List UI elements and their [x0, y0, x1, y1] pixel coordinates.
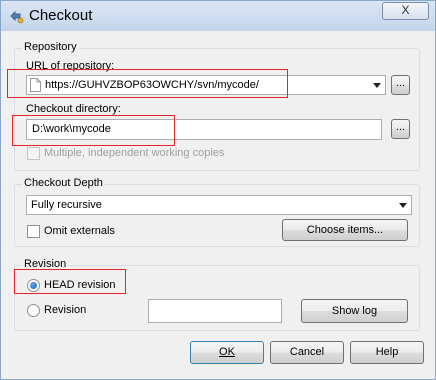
- close-icon: X: [401, 3, 410, 17]
- omit-externals-checkbox[interactable]: [27, 225, 40, 238]
- chevron-down-icon[interactable]: [373, 83, 381, 88]
- cancel-button[interactable]: Cancel: [270, 341, 344, 364]
- head-revision-highlight: [14, 269, 126, 294]
- revision-label: Revision: [44, 304, 87, 316]
- multiple-checkbox[interactable]: [27, 147, 40, 160]
- window-title: Checkout: [29, 7, 93, 24]
- depth-group-title: Checkout Depth: [22, 177, 105, 189]
- depth-value: Fully recursive: [31, 199, 102, 211]
- dialog-body: Repository URL of repository: https://GU…: [7, 31, 428, 373]
- omit-externals-label: Omit externals: [44, 225, 115, 237]
- title-bar: Checkout X: [1, 1, 435, 31]
- close-button[interactable]: X: [382, 2, 429, 20]
- revision-input[interactable]: [148, 299, 282, 323]
- checkout-icon: [8, 8, 24, 24]
- show-log-button[interactable]: Show log: [301, 299, 408, 323]
- multiple-label: Multiple, independent working copies: [44, 147, 225, 159]
- help-button[interactable]: Help: [350, 341, 424, 364]
- dir-highlight: [12, 115, 175, 146]
- dir-label: Checkout directory:: [26, 103, 121, 115]
- ok-button[interactable]: OK: [190, 341, 264, 364]
- chevron-down-icon[interactable]: [399, 203, 407, 208]
- url-browse-button[interactable]: ...: [391, 75, 410, 95]
- choose-items-button[interactable]: Choose items...: [282, 219, 408, 241]
- repository-group-title: Repository: [22, 41, 79, 53]
- depth-select[interactable]: Fully recursive: [26, 195, 412, 215]
- revision-radio[interactable]: [27, 304, 40, 317]
- checkout-dialog: Checkout X Repository URL of repository:…: [0, 0, 436, 380]
- dir-browse-button[interactable]: ...: [391, 119, 410, 139]
- url-highlight: [7, 69, 288, 98]
